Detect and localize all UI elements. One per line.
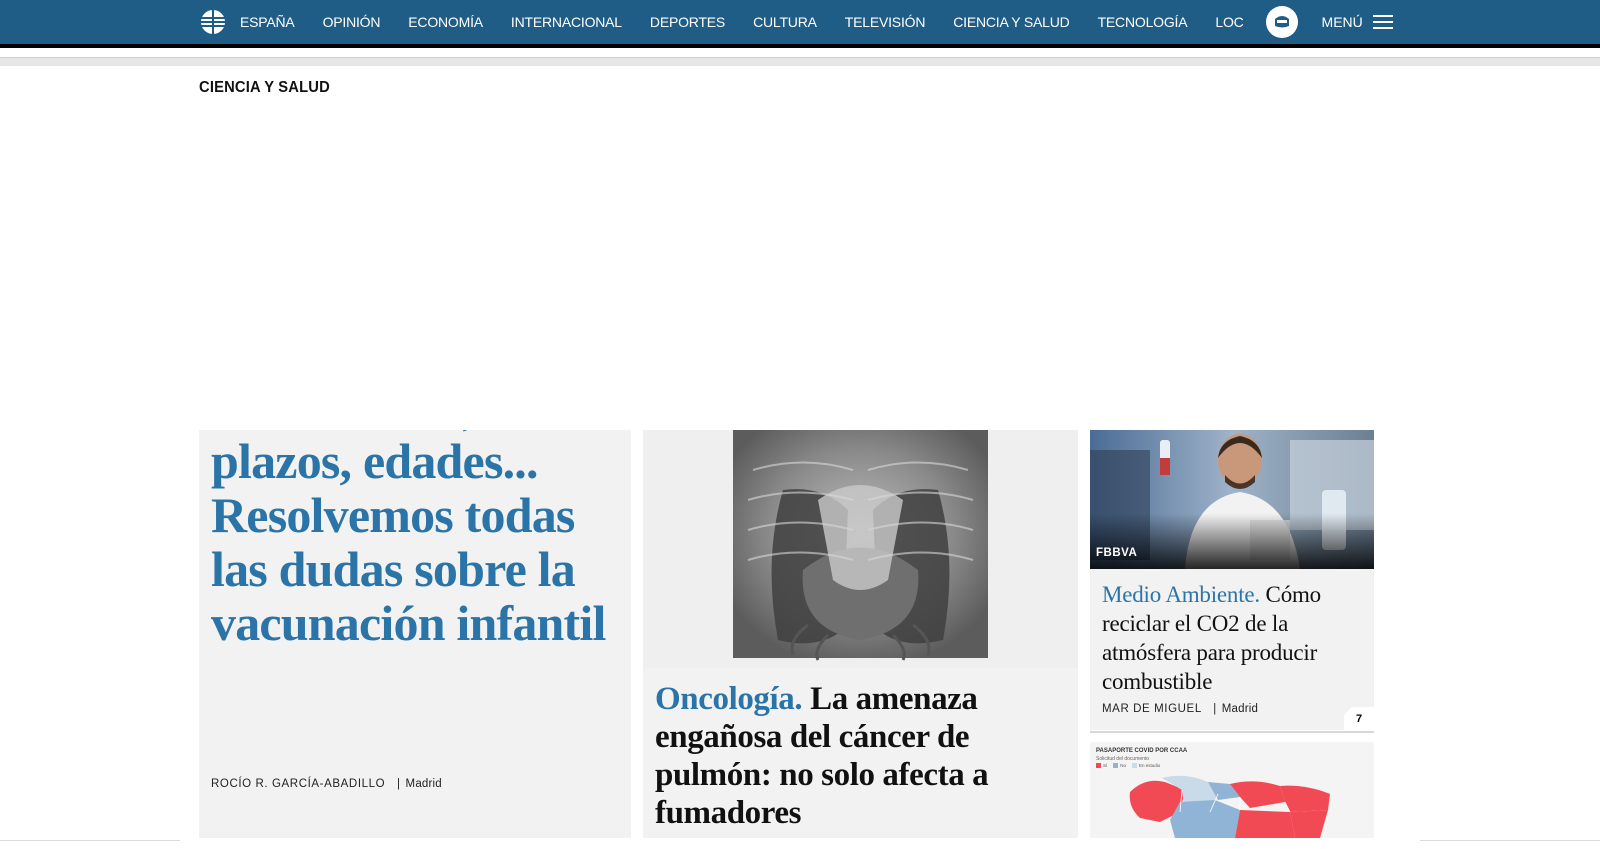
covid-passport-map-card[interactable]: PASAPORTE COVID POR CCAA Solicitud del d… <box>1090 742 1374 838</box>
top-navigation-bar: ESPAÑA OPINIÓN ECONOMÍA INTERNACIONAL DE… <box>0 0 1600 44</box>
user-account-button[interactable] <box>1265 6 1298 38</box>
third-story-kicker: Medio Ambiente. <box>1102 582 1260 607</box>
comment-count-badge[interactable]: 7 <box>1344 707 1374 731</box>
lead-story-author[interactable]: ROCÍO R. GARCÍA-ABADILLO <box>211 778 385 790</box>
chest-xray-image[interactable] <box>643 430 1078 668</box>
third-story-author[interactable]: MAR DE MIGUEL <box>1102 703 1201 715</box>
user-icon <box>1274 16 1289 28</box>
menu-button[interactable]: MENÚ <box>1322 14 1393 30</box>
nav-item-television[interactable]: TELEVISIÓN <box>845 14 926 30</box>
nav-bottom-rule <box>0 44 1600 48</box>
nav-item-ciencia-y-salud[interactable]: CIENCIA Y SALUD <box>953 14 1070 30</box>
lead-story-byline: ROCÍO R. GARCÍA-ABADILLO | Madrid <box>211 778 442 790</box>
third-story-byline: MAR DE MIGUEL | Madrid <box>1102 703 1259 715</box>
sub-navigation-bar <box>0 57 1600 66</box>
photo-credit: FBBVA <box>1096 547 1138 559</box>
third-story-location: Madrid <box>1221 703 1259 715</box>
nav-item-deportes[interactable]: DEPORTES <box>650 14 725 30</box>
second-story-headline[interactable]: Oncología. La amenaza engañosa del cánce… <box>655 680 1070 832</box>
footer-rule-left <box>0 840 180 841</box>
nav-item-opinion[interactable]: OPINIÓN <box>323 14 381 30</box>
nav-item-tecnologia[interactable]: TECNOLOGÍA <box>1098 14 1188 30</box>
menu-label: MENÚ <box>1321 14 1363 30</box>
card-divider <box>1090 731 1374 733</box>
globe-logo-icon[interactable] <box>200 9 226 35</box>
lead-story-headline[interactable]: Salud. Dosis, plazos, edades... Resolvem… <box>211 430 621 650</box>
second-story-kicker: Oncología. <box>655 681 803 717</box>
lead-story-card[interactable]: Salud. Dosis, plazos, edades... Resolvem… <box>199 430 631 838</box>
third-story-card[interactable]: FBBVA Medio Ambiente. Cómo reciclar el C… <box>1090 430 1374 730</box>
lead-story-location: Madrid <box>405 778 442 790</box>
section-title[interactable]: CIENCIA Y SALUD <box>199 79 330 97</box>
nav-item-espana[interactable]: ESPAÑA <box>240 14 295 30</box>
second-story-card[interactable]: Oncología. La amenaza engañosa del cánce… <box>643 430 1078 838</box>
nav-item-economia[interactable]: ECONOMÍA <box>408 14 483 30</box>
hamburger-icon <box>1372 15 1393 29</box>
main-nav: ESPAÑA OPINIÓN ECONOMÍA INTERNACIONAL DE… <box>200 0 1393 44</box>
spain-regions-map[interactable] <box>1090 742 1374 838</box>
footer-rule-right <box>1420 840 1600 841</box>
third-story-headline[interactable]: Medio Ambiente. Cómo reciclar el CO2 de … <box>1102 580 1372 696</box>
nav-item-internacional[interactable]: INTERNACIONAL <box>511 14 622 30</box>
nav-item-loc[interactable]: LOC <box>1215 14 1243 30</box>
nav-item-cultura[interactable]: CULTURA <box>753 14 817 30</box>
